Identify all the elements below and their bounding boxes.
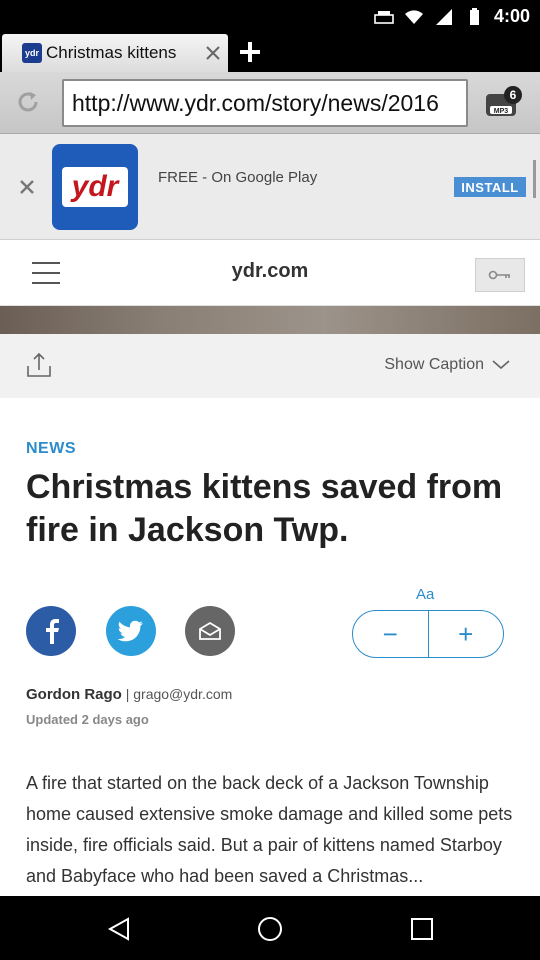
recents-button[interactable] <box>407 914 437 944</box>
site-header: ydr.com <box>0 240 540 306</box>
wifi-icon <box>404 9 423 24</box>
login-button[interactable] <box>475 258 525 292</box>
article-body: A fire that started on the back deck of … <box>26 773 513 886</box>
home-button[interactable] <box>255 914 285 944</box>
install-button[interactable]: INSTALL <box>454 177 526 197</box>
banner-close-button[interactable] <box>16 176 38 198</box>
banner-text: FREE - On Google Play <box>158 169 318 186</box>
reload-icon <box>18 92 38 112</box>
font-size-control: − + <box>352 610 504 658</box>
site-logo[interactable]: ydr.com <box>0 260 540 283</box>
home-icon <box>258 917 282 941</box>
new-tab-button[interactable] <box>236 38 264 66</box>
status-bar: 4:00 <box>0 0 540 32</box>
decrease-font-button[interactable]: − <box>353 611 428 657</box>
twitter-icon <box>118 620 143 642</box>
font-size-label: Aa <box>416 586 435 603</box>
tab-strip: ydr Christmas kittens <box>0 32 540 72</box>
app-install-banner: ydr FREE - On Google Play INSTALL <box>0 134 540 240</box>
section-label[interactable]: NEWS <box>26 440 76 458</box>
recents-icon <box>411 918 433 940</box>
plus-icon <box>240 42 260 62</box>
facebook-share-button[interactable] <box>26 606 76 656</box>
share-button[interactable] <box>24 350 54 380</box>
tab-title: Christmas kittens <box>46 43 177 62</box>
author-email[interactable]: | grago@ydr.com <box>126 686 233 702</box>
updated-timestamp: Updated 2 days ago <box>26 712 149 727</box>
article-headline: Christmas kittens saved from fire in Jac… <box>26 468 503 549</box>
close-icon <box>20 180 34 194</box>
caption-bar: Show Caption <box>0 334 540 398</box>
reload-button[interactable] <box>12 86 44 118</box>
author-name[interactable]: Gordon Rago <box>26 686 122 703</box>
key-icon <box>488 270 510 280</box>
url-input[interactable]: http://www.ydr.com/story/news/2016 <box>62 79 468 127</box>
download-count-badge: 6 <box>504 86 522 104</box>
twitter-share-button[interactable] <box>106 606 156 656</box>
email-share-button[interactable] <box>185 606 235 656</box>
mp3-label: MP3 <box>494 108 509 115</box>
share-row: Aa − + <box>26 586 516 662</box>
browser-tab[interactable]: ydr Christmas kittens <box>2 34 228 72</box>
battery-icon <box>469 7 479 25</box>
mp3-menu-button[interactable]: MP3 6 <box>478 80 524 126</box>
url-bar: http://www.ydr.com/story/news/2016 MP3 6 <box>0 72 540 134</box>
signal-icon <box>435 8 452 25</box>
facebook-icon <box>46 619 59 644</box>
close-tab-button[interactable] <box>202 42 224 64</box>
scrollbar[interactable] <box>533 160 536 198</box>
ydr-logo-text: ydr <box>62 167 128 207</box>
chevron-down-icon <box>492 360 510 370</box>
show-caption-label: Show Caption <box>384 356 484 373</box>
favicon-icon: ydr <box>22 43 42 63</box>
back-button[interactable] <box>104 914 134 944</box>
web-content: ydr FREE - On Google Play INSTALL ydr.co… <box>0 134 540 896</box>
share-icon <box>27 352 51 377</box>
network-icon <box>374 10 394 24</box>
status-time: 4:00 <box>493 6 530 26</box>
close-icon <box>206 46 220 60</box>
navigation-bar <box>0 896 540 960</box>
ydr-app-logo: ydr <box>52 144 138 230</box>
show-caption-toggle[interactable]: Show Caption <box>384 356 510 374</box>
email-icon <box>199 621 221 640</box>
byline: Gordon Rago | grago@ydr.com <box>26 686 232 703</box>
status-icons: 4:00 <box>374 6 530 27</box>
back-icon <box>107 917 129 941</box>
article-photo <box>0 306 540 334</box>
increase-font-button[interactable]: + <box>429 611 504 657</box>
